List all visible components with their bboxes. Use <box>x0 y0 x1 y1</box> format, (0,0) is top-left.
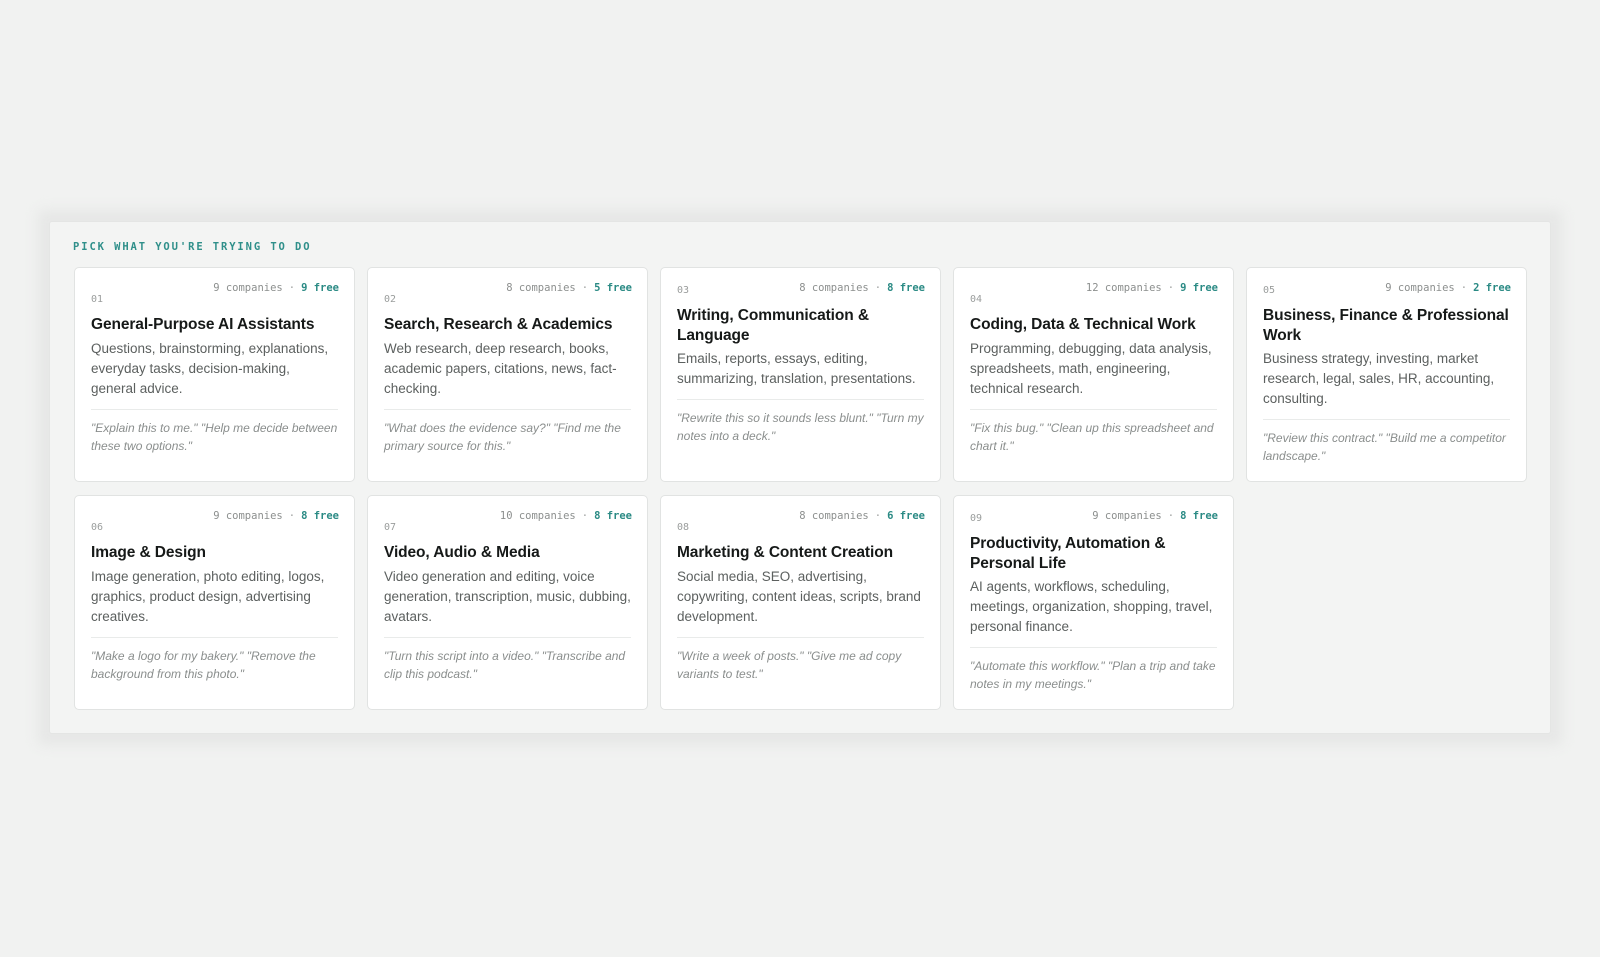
companies-count: 9 companies <box>213 282 283 294</box>
card-meta: 8 companies · 5 free <box>506 282 632 294</box>
category-card-general-purpose[interactable]: 9 companies · 9 free 01 General-Purpose AI… <box>74 267 355 482</box>
card-title: Business, Finance & Professional Work <box>1263 307 1509 344</box>
separator-dot: · <box>288 510 296 522</box>
card-title: Video, Audio & Media <box>384 544 540 561</box>
card-examples: "Explain this to me." "Help me decide be… <box>91 420 338 453</box>
separator-dot: · <box>581 282 589 294</box>
separator-dot: · <box>581 510 589 522</box>
card-examples: "What does the evidence say?" "Find me t… <box>384 420 621 453</box>
card-description: Web research, deep research, books, acad… <box>384 340 617 396</box>
card-divider <box>970 408 1217 410</box>
free-count: 8 free <box>887 282 925 294</box>
card-number: 07 <box>384 522 397 533</box>
card-description: Image generation, photo editing, logos, … <box>91 568 325 624</box>
card-divider <box>384 408 631 410</box>
card-title: Marketing & Content Creation <box>677 544 893 561</box>
card-description: Programming, debugging, data analysis, s… <box>970 340 1212 396</box>
card-number: 08 <box>677 522 690 533</box>
free-count: 2 free <box>1473 282 1511 294</box>
separator-dot: · <box>288 282 296 294</box>
free-count: 8 free <box>1180 510 1218 522</box>
card-examples: "Turn this script into a video." "Transc… <box>384 648 626 681</box>
card-meta: 9 companies · 2 free <box>1385 282 1511 294</box>
card-examples: "Review this contract." "Build me a comp… <box>1263 431 1506 463</box>
section-label: PICK WHAT YOU'RE TRYING TO DO <box>73 241 312 253</box>
card-description: AI agents, workflows, scheduling, meetin… <box>970 579 1213 634</box>
category-grid: 9 companies · 9 free 01 General-Purpose AI… <box>74 267 1527 710</box>
separator-dot: · <box>1167 510 1175 522</box>
card-examples: "Write a week of posts." "Give me ad cop… <box>677 648 902 681</box>
category-card-coding-data[interactable]: 12 companies · 9 free 04 Coding, Data & Te… <box>953 267 1234 482</box>
category-card-video-audio[interactable]: 10 companies · 8 free 07 Video, Audio & Me… <box>367 495 648 710</box>
card-meta: 8 companies · 6 free <box>799 510 925 522</box>
card-meta: 8 companies · 8 free <box>799 282 925 294</box>
card-title: Image & Design <box>91 544 206 561</box>
card-number: 02 <box>384 294 397 305</box>
card-divider <box>677 636 924 638</box>
category-card-image-design[interactable]: 9 companies · 8 free 06 Image & Design Ima… <box>74 495 355 710</box>
free-count: 5 free <box>594 282 632 294</box>
card-number: 04 <box>970 294 983 305</box>
card-description: Video generation and editing, voice gene… <box>384 568 631 624</box>
companies-count: 9 companies <box>1385 282 1455 294</box>
card-description: Questions, brainstorming, explanations, … <box>91 340 329 396</box>
card-title: Coding, Data & Technical Work <box>970 316 1196 333</box>
separator-dot: · <box>874 282 882 294</box>
card-meta: 9 companies · 9 free <box>213 282 339 294</box>
card-examples: "Make a logo for my bakery." "Remove the… <box>91 648 316 681</box>
companies-count: 12 companies <box>1085 282 1162 294</box>
card-divider <box>677 399 924 400</box>
card-divider <box>384 636 631 638</box>
free-count: 6 free <box>887 510 925 522</box>
category-card-productivity[interactable]: 9 companies · 8 free 09 Productivity, Auto… <box>953 495 1234 710</box>
separator-dot: · <box>1167 282 1175 294</box>
card-divider <box>91 408 338 410</box>
card-meta: 12 companies · 9 free <box>1086 282 1218 294</box>
card-meta: 10 companies · 8 free <box>500 510 632 522</box>
category-card-marketing[interactable]: 8 companies · 6 free 08 Marketing & Conten… <box>660 495 941 710</box>
card-examples: "Automate this workflow." "Plan a trip a… <box>970 659 1216 691</box>
card-title: Writing, Communication & Language <box>677 307 869 344</box>
card-divider <box>1263 419 1510 420</box>
free-count: 9 free <box>301 282 339 294</box>
card-description: Social media, SEO, advertising, copywrit… <box>677 568 921 624</box>
card-meta: 9 companies · 8 free <box>1092 510 1218 522</box>
card-divider <box>91 636 338 638</box>
category-picker-panel: PICK WHAT YOU'RE TRYING TO DO 9 companie… <box>50 222 1550 733</box>
category-card-search-research[interactable]: 8 companies · 5 free 02 Search, Research &… <box>367 267 648 482</box>
card-meta: 9 companies · 8 free <box>213 510 339 522</box>
companies-count: 8 companies <box>799 510 869 522</box>
card-description: Emails, reports, essays, editing, summar… <box>677 351 916 386</box>
companies-count: 8 companies <box>799 282 869 294</box>
separator-dot: · <box>874 510 882 522</box>
companies-count: 9 companies <box>213 510 283 522</box>
card-title: Productivity, Automation & Personal Life <box>970 535 1166 572</box>
category-card-business-finance[interactable]: 9 companies · 2 free 05 Business, Finance … <box>1246 267 1527 482</box>
card-title: Search, Research & Academics <box>384 316 613 333</box>
card-divider <box>970 647 1217 648</box>
card-number: 01 <box>91 294 104 305</box>
card-examples: "Fix this bug." "Clean up this spreadshe… <box>970 420 1214 453</box>
card-title: General-Purpose AI Assistants <box>91 316 315 333</box>
card-description: Business strategy, investing, market res… <box>1263 351 1495 406</box>
free-count: 9 free <box>1180 282 1218 294</box>
free-count: 8 free <box>301 510 339 522</box>
companies-count: 9 companies <box>1092 510 1162 522</box>
separator-dot: · <box>1460 282 1468 294</box>
card-examples: "Rewrite this so it sounds less blunt." … <box>677 411 924 443</box>
companies-count: 10 companies <box>499 510 576 522</box>
free-count: 8 free <box>594 510 632 522</box>
card-number: 06 <box>91 522 104 533</box>
category-card-writing[interactable]: 8 companies · 8 free 03 Writing, Communica… <box>660 267 941 482</box>
companies-count: 8 companies <box>506 282 576 294</box>
